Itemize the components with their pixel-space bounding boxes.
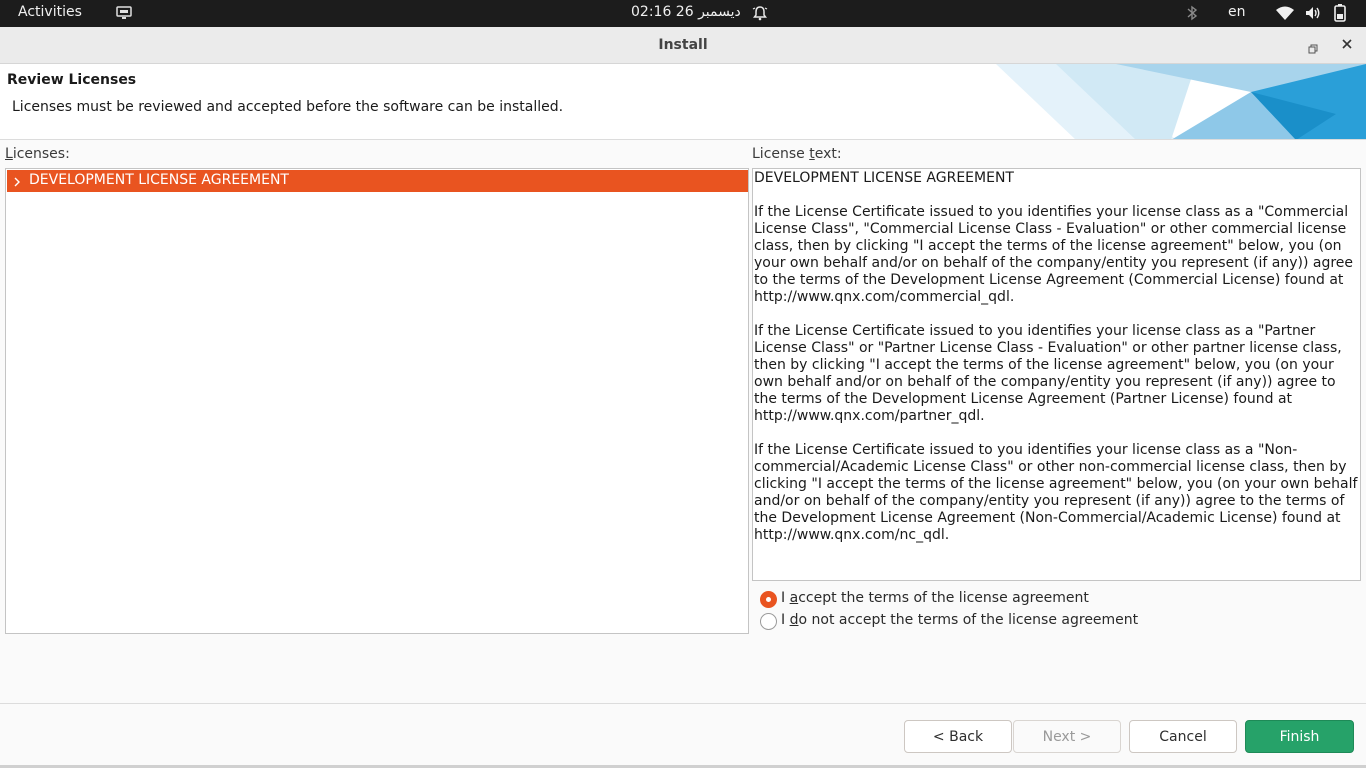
license-text-label: License text: xyxy=(752,146,842,162)
volume-icon[interactable] xyxy=(1305,5,1321,25)
notification-bell-icon[interactable] xyxy=(752,5,768,25)
licenses-tree[interactable]: DEVELOPMENT LICENSE AGREEMENT xyxy=(5,168,749,634)
next-button[interactable]: Next > xyxy=(1013,720,1121,753)
page-title: Review Licenses xyxy=(7,72,137,88)
wizard-banner: Review Licenses Licenses must be reviewe… xyxy=(0,64,1366,140)
battery-icon[interactable] xyxy=(1334,4,1346,26)
finish-button[interactable]: Finish xyxy=(1245,720,1354,753)
accept-radio-label[interactable]: I accept the terms of the license agreem… xyxy=(781,590,1089,606)
license-text-title: DEVELOPMENT LICENSE AGREEMENT xyxy=(754,170,1014,186)
decline-radio-label[interactable]: I do not accept the terms of the license… xyxy=(781,612,1138,628)
decline-radio[interactable] xyxy=(760,613,777,630)
license-text-area[interactable]: DEVELOPMENT LICENSE AGREEMENT If the Lic… xyxy=(752,168,1361,581)
window-titlebar[interactable]: Install xyxy=(0,27,1366,64)
license-tree-item[interactable]: DEVELOPMENT LICENSE AGREEMENT xyxy=(7,170,748,192)
chevron-right-icon[interactable] xyxy=(13,175,21,191)
licenses-label: Licenses: xyxy=(5,146,70,162)
close-icon[interactable] xyxy=(1340,36,1354,55)
restore-icon[interactable] xyxy=(1308,39,1318,58)
license-paragraph-commercial: If the License Certificate issued to you… xyxy=(754,204,1354,305)
clock[interactable]: 02:16 26 ديسمبر xyxy=(631,4,741,20)
window-title: Install xyxy=(658,37,708,53)
activities-button[interactable]: Activities xyxy=(18,4,82,20)
accept-radio[interactable] xyxy=(760,591,777,608)
license-paragraph-partner: If the License Certificate issued to you… xyxy=(754,323,1342,424)
cancel-button[interactable]: Cancel xyxy=(1129,720,1237,753)
tray-app-icon[interactable] xyxy=(116,6,132,24)
page-description: Licenses must be reviewed and accepted b… xyxy=(12,99,564,115)
bluetooth-icon[interactable] xyxy=(1186,5,1198,25)
footer-divider xyxy=(0,703,1366,704)
language-indicator[interactable]: en xyxy=(1228,4,1246,20)
wifi-icon[interactable] xyxy=(1276,6,1294,24)
license-paragraph-noncommercial: If the License Certificate issued to you… xyxy=(754,442,1358,543)
banner-decoration-graphic xyxy=(996,64,1366,139)
system-top-bar: Activities 02:16 26 ديسمبر en xyxy=(0,0,1366,27)
license-item-label: DEVELOPMENT LICENSE AGREEMENT xyxy=(29,172,289,188)
back-button[interactable]: < Back xyxy=(904,720,1012,753)
